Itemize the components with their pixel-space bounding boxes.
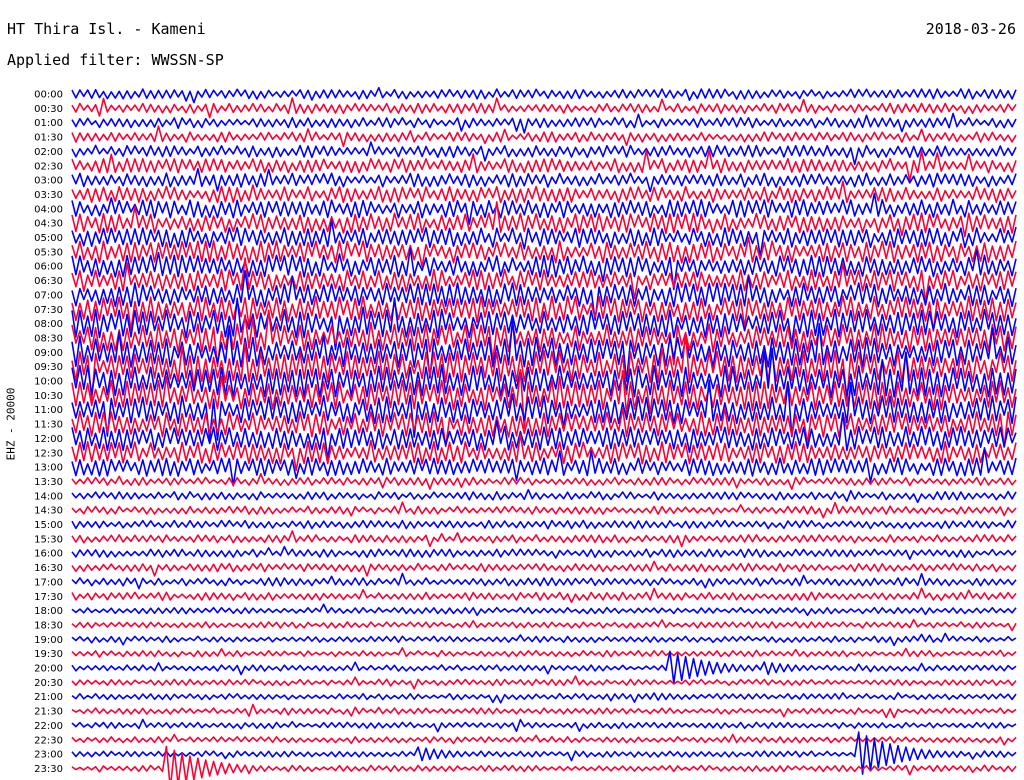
trace-row <box>71 530 1017 548</box>
row-time-label: 21:00 <box>34 692 63 703</box>
row-time-label: 14:30 <box>34 506 63 517</box>
helicorder-plot: HT Thira Isl. - Kameni 2018-03-26 Applie… <box>0 0 1024 780</box>
row-time-label: 21:30 <box>34 707 63 718</box>
trace-row <box>71 488 1017 504</box>
trace-row <box>71 180 1017 204</box>
row-time-label: 12:00 <box>34 434 63 445</box>
row-time-label: 09:30 <box>34 362 63 373</box>
row-time-label: 13:30 <box>34 477 63 488</box>
row-time-label: 08:30 <box>34 333 63 344</box>
row-time-label: 07:30 <box>34 305 63 316</box>
trace-row <box>71 257 1017 303</box>
trace-row <box>71 125 1017 148</box>
row-time-label: 03:30 <box>34 190 63 201</box>
trace-row <box>71 112 1017 134</box>
row-time-label: 11:30 <box>34 420 63 431</box>
row-time-label: 05:30 <box>34 247 63 258</box>
row-time-label: 00:30 <box>34 104 63 115</box>
trace-row <box>71 587 1017 604</box>
trace-row <box>71 603 1017 617</box>
row-time-label: 14:00 <box>34 491 63 502</box>
trace-row <box>71 519 1017 530</box>
trace-row <box>71 650 1017 684</box>
row-time-label: 20:00 <box>34 664 63 675</box>
row-time-label: 20:30 <box>34 678 63 689</box>
trace-row <box>71 501 1017 519</box>
trace-row <box>71 647 1017 658</box>
row-time-label: 00:00 <box>34 90 63 101</box>
row-time-label: 05:00 <box>34 233 63 244</box>
trace-row <box>71 692 1017 704</box>
trace-row <box>71 545 1017 560</box>
row-time-label: 15:30 <box>34 534 63 545</box>
row-time-label: 15:00 <box>34 520 63 531</box>
trace-row <box>71 572 1017 590</box>
trace-row <box>71 97 1017 119</box>
row-time-label: 12:30 <box>34 448 63 459</box>
row-time-label: 04:30 <box>34 219 63 230</box>
row-time-label: 13:00 <box>34 463 63 474</box>
trace-row <box>71 219 1017 257</box>
trace-row <box>71 560 1017 577</box>
row-time-label: 08:00 <box>34 319 63 330</box>
row-time-label: 17:30 <box>34 592 63 603</box>
row-time-label: 03:00 <box>34 176 63 187</box>
row-time-label: 16:00 <box>34 549 63 560</box>
row-time-label: 18:00 <box>34 606 63 617</box>
row-time-label: 07:00 <box>34 290 63 301</box>
row-time-label: 23:30 <box>34 764 63 775</box>
row-time-label: 02:30 <box>34 161 63 172</box>
trace-row <box>71 473 1017 490</box>
trace-row <box>71 718 1017 733</box>
row-time-label: 06:00 <box>34 262 63 273</box>
trace-row <box>71 632 1017 647</box>
row-time-label: 18:30 <box>34 620 63 631</box>
row-time-label: 23:00 <box>34 750 63 761</box>
row-time-label: 06:30 <box>34 276 63 287</box>
row-time-label: 10:00 <box>34 377 63 388</box>
trace-area: 00:00 00:30 01:00 01:30 02:00 02:30 03:00 03:30… <box>34 86 1017 780</box>
row-time-label: 09:00 <box>34 348 63 359</box>
row-time-label: 19:00 <box>34 635 63 646</box>
row-time-label: 16:30 <box>34 563 63 574</box>
row-time-label: 17:00 <box>34 577 63 588</box>
row-time-label: 01:30 <box>34 133 63 144</box>
row-time-label: 19:30 <box>34 649 63 660</box>
trace-row <box>71 247 1017 291</box>
trace-row <box>71 618 1017 632</box>
row-time-label: 22:00 <box>34 721 63 732</box>
row-time-label: 01:00 <box>34 118 63 129</box>
row-time-label: 02:00 <box>34 147 63 158</box>
row-time-label: 04:00 <box>34 204 63 215</box>
trace-row <box>71 675 1017 690</box>
trace-row <box>71 86 1017 104</box>
row-time-label: 11:00 <box>34 405 63 416</box>
row-time-label: 22:30 <box>34 735 63 746</box>
row-time-label: 10:30 <box>34 391 63 402</box>
trace-row <box>71 703 1017 719</box>
